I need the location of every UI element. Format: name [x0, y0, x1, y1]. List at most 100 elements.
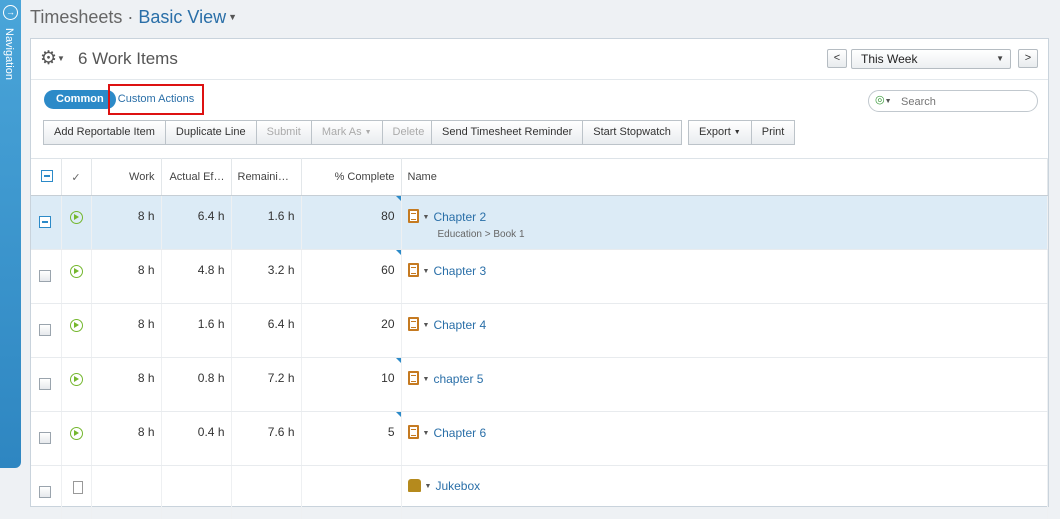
- row-checkbox[interactable]: [39, 432, 51, 444]
- item-name-link[interactable]: Chapter 6: [433, 426, 486, 440]
- send-timesheet-reminder-button[interactable]: Send Timesheet Reminder: [431, 120, 584, 145]
- project-icon: [407, 479, 421, 492]
- column-percent-complete[interactable]: % Complete: [301, 158, 402, 196]
- navigation-label: Navigation: [3, 28, 15, 80]
- search-input[interactable]: [901, 94, 1029, 109]
- work-cell[interactable]: 8 h: [91, 195, 162, 250]
- task-icon: [407, 209, 419, 223]
- percent-complete-cell: [301, 465, 402, 519]
- chevron-down-icon[interactable]: ▼: [423, 376, 430, 383]
- chevron-down-icon[interactable]: ▼: [423, 430, 430, 437]
- table-row[interactable]: 8 h 0.8 h 7.2 h 10 ▼ chapter 5: [31, 357, 1048, 412]
- percent-complete-cell[interactable]: 10: [301, 357, 402, 412]
- percent-complete-cell[interactable]: 60: [301, 249, 402, 304]
- remaining-cell[interactable]: 7.6 h: [231, 411, 302, 466]
- remaining-cell[interactable]: 1.6 h: [231, 195, 302, 250]
- percent-complete-value: 20: [381, 317, 395, 331]
- item-name-link[interactable]: Chapter 3: [433, 264, 486, 278]
- name-cell: ▼ Chapter 3: [401, 249, 1048, 304]
- navigation-tab[interactable]: → Navigation: [0, 0, 21, 468]
- print-button[interactable]: Print: [750, 120, 796, 145]
- remaining-cell[interactable]: 6.4 h: [231, 303, 302, 358]
- duplicate-line-button[interactable]: Duplicate Line: [164, 120, 257, 145]
- navigate-icon: →: [3, 5, 18, 20]
- editable-marker: [395, 358, 400, 363]
- next-week-button[interactable]: >: [1018, 49, 1038, 68]
- task-icon: [407, 425, 419, 439]
- period-select[interactable]: This Week ▼: [851, 49, 1011, 69]
- work-cell[interactable]: 8 h: [91, 411, 162, 466]
- actual-effort-cell[interactable]: 6.4 h: [161, 195, 232, 250]
- work-cell: [91, 465, 162, 519]
- checkmark-icon: ✓: [71, 171, 81, 184]
- chevron-down-icon[interactable]: ▼: [425, 483, 432, 490]
- column-actual-effort[interactable]: Actual Ef…: [161, 158, 232, 196]
- select-all-checkbox[interactable]: [40, 169, 53, 182]
- previous-week-button[interactable]: <: [827, 49, 847, 68]
- work-cell[interactable]: 8 h: [91, 249, 162, 304]
- toolbar-group-edit: Add Reportable Item Duplicate Line Submi…: [43, 120, 436, 145]
- search-box[interactable]: ◎▼: [868, 90, 1038, 112]
- page-title-text: Timesheets: [30, 7, 123, 27]
- add-reportable-item-button[interactable]: Add Reportable Item: [43, 120, 166, 145]
- mark-as-label: Mark As: [321, 126, 362, 138]
- timesheet-panel: ⚙▼ 6 Work Items < This Week ▼ > Common Cu…: [30, 38, 1049, 519]
- mark-as-button[interactable]: Mark As ▼: [310, 120, 383, 145]
- chevron-down-icon[interactable]: ▼: [423, 268, 430, 275]
- table-row[interactable]: 8 h 6.4 h 1.6 h 80 ▼ Chapter 2 Education >…: [31, 195, 1048, 250]
- chevron-down-icon[interactable]: ▼: [228, 12, 237, 22]
- start-stopwatch-button[interactable]: Start Stopwatch: [582, 120, 682, 145]
- column-remaining[interactable]: Remainin…: [231, 158, 302, 196]
- row-checkbox[interactable]: [39, 378, 51, 390]
- row-checkbox[interactable]: [39, 216, 51, 228]
- percent-complete-cell[interactable]: 80: [301, 195, 402, 250]
- chevron-down-icon[interactable]: ▼: [423, 322, 430, 329]
- column-work[interactable]: Work: [91, 158, 162, 196]
- export-button[interactable]: Export ▼: [688, 120, 752, 145]
- item-name-link[interactable]: chapter 5: [433, 372, 483, 386]
- play-icon[interactable]: [69, 427, 83, 440]
- search-filter-icon[interactable]: ◎▼: [875, 93, 892, 106]
- actual-effort-cell[interactable]: 0.8 h: [161, 357, 232, 412]
- gear-icon[interactable]: ⚙▼: [40, 49, 65, 69]
- work-items-table: ✓ Work Actual Ef… Remainin… % Complete N…: [31, 158, 1048, 519]
- table-row[interactable]: 8 h 1.6 h 6.4 h 20 ▼ Chapter 4: [31, 303, 1048, 358]
- row-checkbox[interactable]: [39, 270, 51, 282]
- document-icon: [72, 481, 83, 494]
- play-icon[interactable]: [69, 373, 83, 386]
- percent-complete-cell[interactable]: 5: [301, 411, 402, 466]
- view-selector[interactable]: Basic View: [138, 7, 226, 27]
- submit-button[interactable]: Submit: [255, 120, 312, 145]
- chevron-down-icon[interactable]: ▼: [423, 214, 430, 221]
- actual-effort-cell[interactable]: 4.8 h: [161, 249, 232, 304]
- actual-effort-cell[interactable]: 1.6 h: [161, 303, 232, 358]
- remaining-cell[interactable]: 3.2 h: [231, 249, 302, 304]
- table-row[interactable]: 8 h 4.8 h 3.2 h 60 ▼ Chapter 3: [31, 249, 1048, 304]
- name-cell: ▼ Chapter 4: [401, 303, 1048, 358]
- row-checkbox[interactable]: [39, 324, 51, 336]
- remaining-cell[interactable]: 7.2 h: [231, 357, 302, 412]
- task-icon: [407, 371, 419, 385]
- actual-effort-cell[interactable]: 0.4 h: [161, 411, 232, 466]
- tab-common[interactable]: Common: [44, 90, 116, 109]
- tab-custom-actions[interactable]: Custom Actions: [108, 84, 204, 115]
- toolbar-group-time: Send Timesheet Reminder Start Stopwatch: [431, 120, 682, 145]
- play-icon[interactable]: [69, 319, 83, 332]
- table-row[interactable]: ▼ Jukebox: [31, 465, 1048, 519]
- table-row[interactable]: 8 h 0.4 h 7.6 h 5 ▼ Chapter 6: [31, 411, 1048, 466]
- work-cell[interactable]: 8 h: [91, 357, 162, 412]
- percent-complete-cell[interactable]: 20: [301, 303, 402, 358]
- work-cell[interactable]: 8 h: [91, 303, 162, 358]
- percent-complete-value: 80: [381, 209, 395, 223]
- item-name-link[interactable]: Chapter 2: [433, 210, 486, 224]
- play-icon[interactable]: [69, 265, 83, 278]
- item-name-link[interactable]: Jukebox: [435, 479, 480, 493]
- column-name[interactable]: Name: [401, 158, 1048, 196]
- percent-complete-value: 5: [387, 425, 395, 439]
- delete-button[interactable]: Delete: [381, 120, 436, 145]
- table-header-row: ✓ Work Actual Ef… Remainin… % Complete N…: [31, 158, 1048, 196]
- row-checkbox[interactable]: [39, 486, 51, 498]
- play-icon[interactable]: [69, 211, 83, 224]
- item-name-link[interactable]: Chapter 4: [433, 318, 486, 332]
- percent-complete-value: 10: [381, 371, 395, 385]
